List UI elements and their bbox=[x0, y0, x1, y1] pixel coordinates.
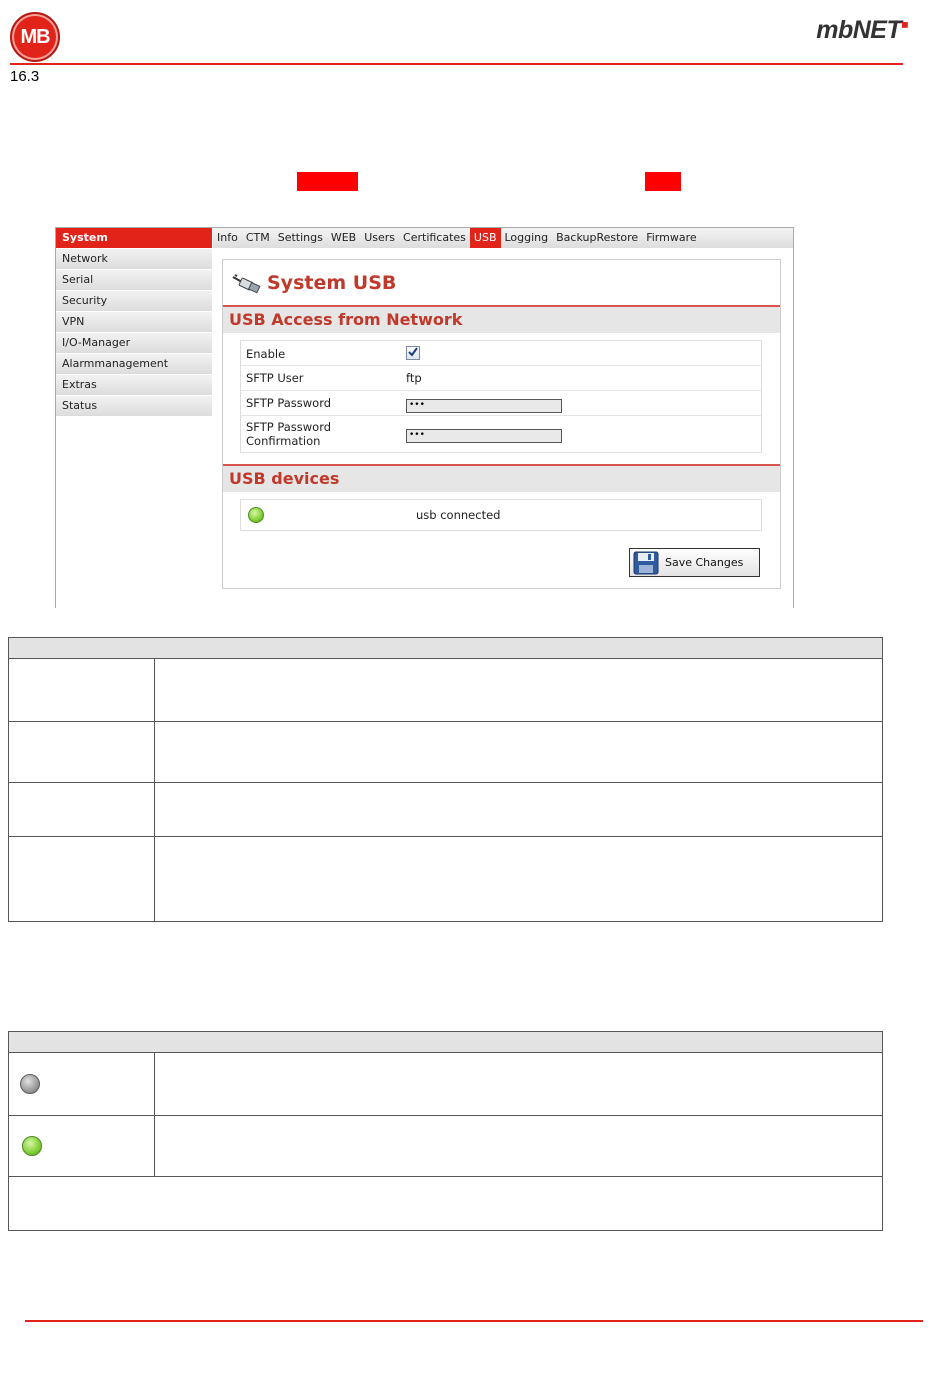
table-row bbox=[9, 783, 882, 837]
sftp-password-row: SFTP Password ••• bbox=[241, 391, 761, 416]
enable-label: Enable bbox=[246, 347, 286, 361]
sidebar-item-serial[interactable]: Serial bbox=[56, 270, 212, 291]
enable-row: Enable bbox=[241, 341, 761, 366]
table-row bbox=[9, 659, 882, 722]
table-row bbox=[9, 1177, 882, 1230]
sidebar-item-security[interactable]: Security bbox=[56, 291, 212, 312]
grey-led-icon bbox=[20, 1074, 40, 1094]
usb-status-text: usb connected bbox=[416, 508, 501, 522]
mbnet-logo: mbNET■ bbox=[816, 16, 908, 44]
tab-bar: Info CTM Settings WEB Users Certificates… bbox=[213, 228, 793, 248]
sidebar-item-io-manager[interactable]: I/O-Manager bbox=[56, 333, 212, 354]
sftp-confirm-row: SFTP Password Confirmation ••• bbox=[241, 416, 761, 452]
tab-logging[interactable]: Logging bbox=[501, 228, 553, 248]
usb-access-section-title: USB Access from Network bbox=[223, 305, 780, 333]
usb-devices-section-title: USB devices bbox=[223, 464, 780, 492]
usb-access-settings: Enable SFTP User ftp SFTP Password ••• S… bbox=[240, 340, 762, 453]
table-header bbox=[9, 1032, 882, 1053]
usb-panel: System USB USB Access from Network Enabl… bbox=[222, 259, 781, 589]
sidebar-item-status[interactable]: Status bbox=[56, 396, 212, 417]
table-row bbox=[9, 1116, 882, 1177]
table-row bbox=[9, 837, 882, 921]
table-row bbox=[9, 722, 882, 783]
sidebar-item-system[interactable]: System bbox=[56, 228, 212, 249]
tab-firmware[interactable]: Firmware bbox=[642, 228, 700, 248]
save-changes-button[interactable]: Save Changes bbox=[629, 548, 760, 577]
tab-web[interactable]: WEB bbox=[327, 228, 360, 248]
status-table bbox=[8, 1031, 883, 1231]
tab-settings[interactable]: Settings bbox=[274, 228, 327, 248]
sidebar-item-extras[interactable]: Extras bbox=[56, 375, 212, 396]
sidebar-item-vpn[interactable]: VPN bbox=[56, 312, 212, 333]
sftp-confirm-label: SFTP Password Confirmation bbox=[246, 420, 332, 448]
status-led-green-icon bbox=[248, 507, 264, 523]
enable-checkbox[interactable] bbox=[406, 346, 420, 360]
sftp-password-label: SFTP Password bbox=[246, 396, 332, 410]
green-led-icon bbox=[22, 1136, 42, 1156]
sftp-user-value: ftp bbox=[406, 371, 422, 385]
table-header bbox=[9, 638, 882, 659]
tab-info[interactable]: Info bbox=[213, 228, 242, 248]
sftp-user-label: SFTP User bbox=[246, 371, 304, 385]
save-changes-label: Save Changes bbox=[665, 556, 744, 569]
redacted-mark bbox=[645, 172, 681, 191]
system-usb-screenshot: System Network Serial Security VPN I/O-M… bbox=[55, 227, 794, 608]
panel-title: System USB bbox=[231, 268, 780, 298]
floppy-disk-icon bbox=[633, 551, 659, 578]
sftp-user-row: SFTP User ftp bbox=[241, 366, 761, 391]
tab-users[interactable]: Users bbox=[360, 228, 399, 248]
header-rule bbox=[10, 63, 903, 65]
tab-certificates[interactable]: Certificates bbox=[399, 228, 470, 248]
footer-rule bbox=[25, 1320, 923, 1322]
redacted-mark bbox=[297, 172, 358, 191]
table-row bbox=[9, 1053, 882, 1116]
sftp-confirm-field[interactable]: ••• bbox=[406, 429, 562, 443]
tab-ctm[interactable]: CTM bbox=[242, 228, 274, 248]
sidebar: System Network Serial Security VPN I/O-M… bbox=[56, 228, 212, 417]
tab-backuprestore[interactable]: BackupRestore bbox=[552, 228, 642, 248]
sidebar-item-network[interactable]: Network bbox=[56, 249, 212, 270]
section-number: 16.3 bbox=[10, 68, 40, 85]
tab-usb[interactable]: USB bbox=[469, 228, 501, 248]
sftp-password-field[interactable]: ••• bbox=[406, 399, 562, 413]
usb-plug-icon bbox=[231, 273, 261, 295]
parameter-table bbox=[8, 637, 883, 922]
sidebar-item-alarmmanagement[interactable]: Alarmmanagement bbox=[56, 354, 212, 375]
usb-device-row: usb connected bbox=[240, 499, 762, 531]
panel-title-text: System USB bbox=[267, 272, 397, 294]
mb-logo: MB bbox=[10, 12, 60, 62]
